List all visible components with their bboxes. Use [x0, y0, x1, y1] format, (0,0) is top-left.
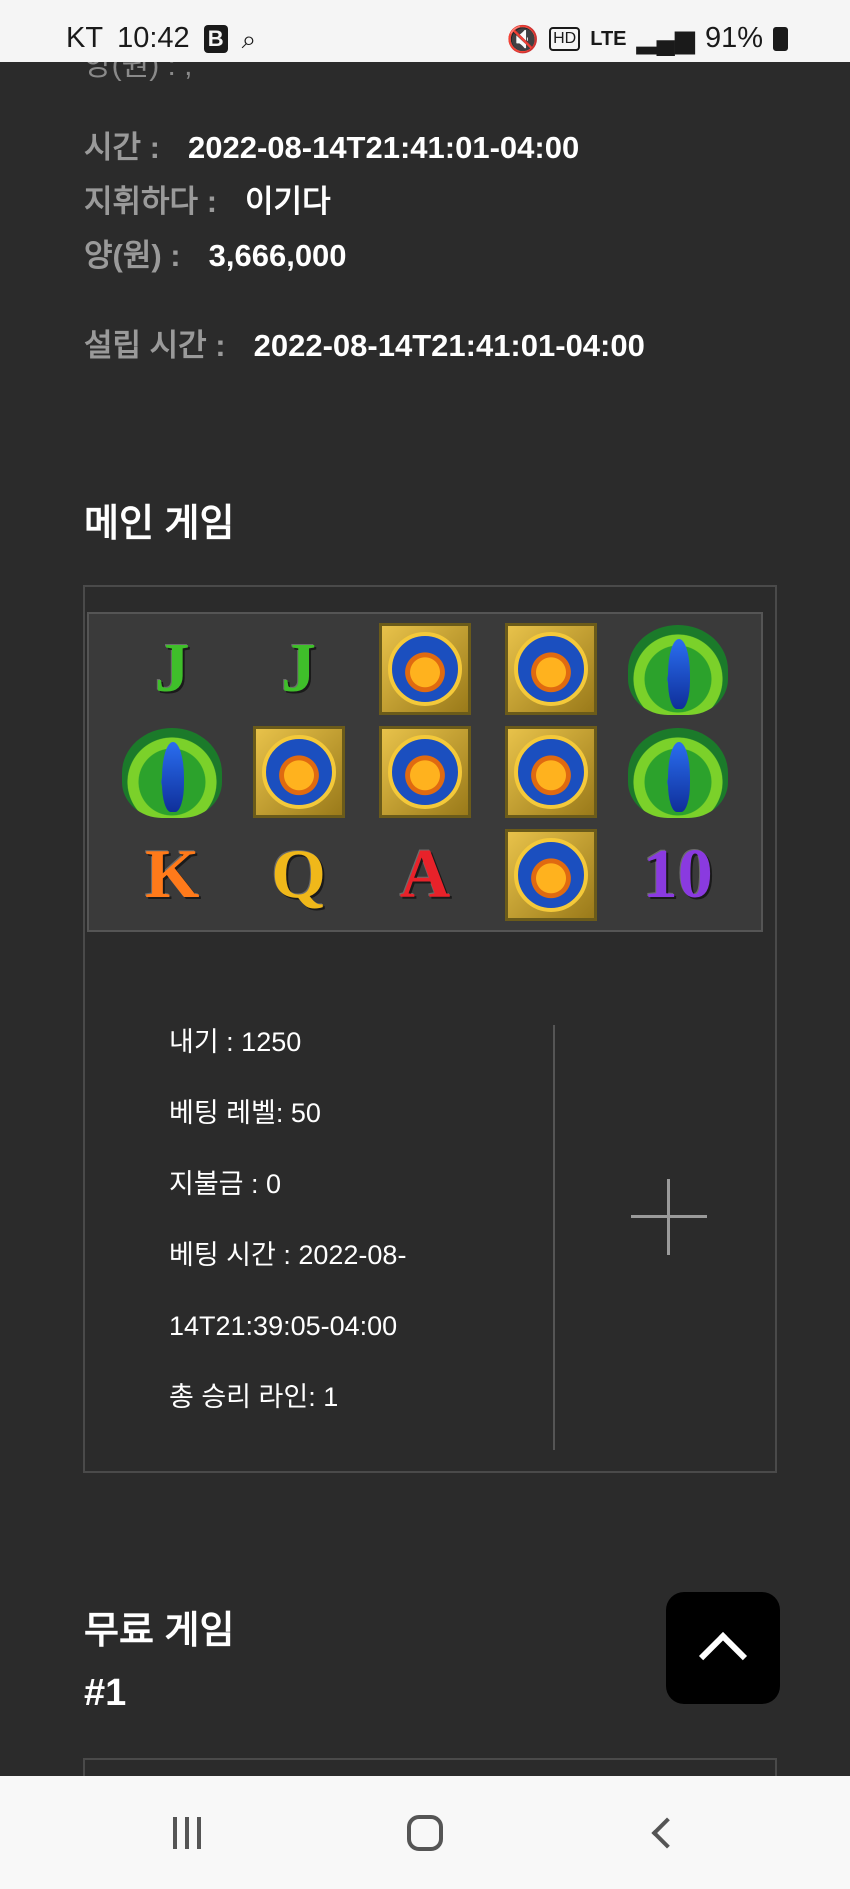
recent-apps-button[interactable] — [157, 1806, 217, 1860]
chart-search-icon: ⌕ — [241, 23, 257, 54]
carrier: KT — [66, 22, 104, 54]
lotus-symbol-icon — [501, 620, 601, 718]
command-row: 지휘하다 : 이기다 — [84, 176, 331, 221]
main-game-card: J J K Q A 10 내기 : 1250 베팅 레벨: 50 지불금 : 0 베팅 시… — [83, 585, 777, 1473]
card-symbol-k: K — [122, 826, 222, 924]
card-letter: A — [399, 835, 451, 913]
lotus-symbol-icon — [249, 723, 349, 821]
amount-row: 양(원) : 3,666,000 — [84, 230, 347, 275]
lotus-symbol-icon — [375, 723, 475, 821]
status-left: KT 10:42 B ⌕ — [66, 22, 256, 55]
settle-label: 설립 시간 : — [84, 328, 226, 363]
plus-icon[interactable] — [631, 1179, 707, 1255]
bet-stat: 내기 : 1250 — [169, 1027, 302, 1057]
lotus-symbol-icon — [501, 826, 601, 924]
back-button[interactable] — [633, 1806, 693, 1860]
system-nav-bar — [0, 1776, 850, 1889]
card-letter: K — [144, 835, 200, 913]
peacock-figure — [627, 724, 728, 820]
lotus-symbol-icon — [375, 620, 475, 718]
payout-stat: 지불금 : 0 — [169, 1169, 282, 1199]
stats-divider — [553, 1025, 555, 1450]
card-symbol-a: A — [375, 826, 475, 924]
lotus-emblem — [378, 623, 471, 716]
time-value: 2022-08-14T21:41:01-04:00 — [187, 130, 580, 165]
win-lines-stat: 총 승리 라인: 1 — [169, 1382, 339, 1412]
card-letter: 10 — [642, 835, 713, 913]
command-value: 이기다 — [245, 184, 331, 219]
command-label: 지휘하다 : — [84, 184, 218, 219]
card-letter: J — [281, 630, 317, 708]
card-symbol-q: Q — [249, 826, 349, 924]
card-letter: J — [154, 630, 190, 708]
lotus-emblem — [252, 725, 345, 818]
amount-label: 양(원) : — [84, 238, 181, 273]
game-stats: 내기 : 1250 베팅 레벨: 50 지불금 : 0 베팅 시간 : 2022… — [169, 1007, 539, 1433]
home-icon — [407, 1815, 443, 1851]
slot-reels: J J K Q A 10 — [87, 612, 763, 932]
settle-row: 설립 시간 : 2022-08-14T21:41:01-04:00 — [84, 320, 645, 365]
lotus-emblem — [505, 623, 598, 716]
back-icon — [651, 1817, 683, 1849]
clock: 10:42 — [117, 22, 190, 54]
battery-icon — [773, 26, 788, 51]
free-game-label: 무료 게임 — [84, 1610, 235, 1652]
card-symbol-j: J — [249, 620, 349, 718]
battery-percent: 91% — [704, 22, 763, 54]
free-game-card — [83, 1758, 777, 1776]
free-game-number: #1 — [84, 1672, 127, 1714]
bet-time-stat: 베팅 시간 : 2022-08- — [169, 1240, 407, 1270]
hd-icon: HD — [549, 26, 581, 51]
status-right: 🔇 HD LTE ▂▄▆ 91% — [507, 22, 788, 55]
scroll-top-button[interactable] — [666, 1592, 780, 1704]
signal-icon: ▂▄▆ — [636, 23, 695, 54]
lotus-emblem — [378, 725, 471, 818]
card-letter: Q — [271, 835, 326, 913]
peacock-symbol-icon — [627, 723, 728, 821]
mute-icon: 🔇 — [506, 23, 540, 54]
lotus-emblem — [505, 725, 598, 818]
free-game-title: 무료 게임 #1 — [84, 1600, 234, 1724]
cut-off-row: 양(원) : , — [84, 62, 193, 82]
page-content: 양(원) : , 시간 : 2022-08-14T21:41:01-04:00 … — [0, 62, 850, 1776]
time-label: 시간 : — [84, 130, 160, 165]
card-symbol-j: J — [122, 620, 222, 718]
lotus-symbol-icon — [501, 723, 601, 821]
peacock-figure — [122, 724, 223, 820]
chevron-up-icon — [698, 1631, 748, 1681]
status-bar: KT 10:42 B ⌕ 🔇 HD LTE ▂▄▆ 91% — [0, 0, 850, 62]
recent-apps-icon — [173, 1817, 201, 1849]
card-symbol-10: 10 — [628, 826, 728, 924]
bet-level-stat: 베팅 레벨: 50 — [169, 1098, 321, 1128]
peacock-symbol-icon — [627, 620, 728, 718]
time-row: 시간 : 2022-08-14T21:41:01-04:00 — [84, 122, 579, 167]
peacock-figure — [627, 621, 728, 717]
b-app-icon: B — [203, 24, 228, 53]
settle-value: 2022-08-14T21:41:01-04:00 — [253, 328, 645, 363]
peacock-symbol-icon — [122, 723, 223, 821]
main-game-title: 메인 게임 — [84, 503, 235, 545]
bet-time-stat-cont: 14T21:39:05-04:00 — [169, 1311, 398, 1341]
home-button[interactable] — [395, 1806, 455, 1860]
amount-value: 3,666,000 — [208, 238, 347, 273]
lotus-emblem — [505, 828, 598, 921]
network-type: LTE — [590, 27, 627, 50]
